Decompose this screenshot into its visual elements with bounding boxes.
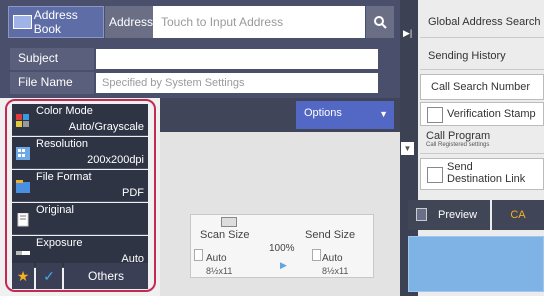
address-label: Address: [105, 6, 153, 38]
send-destination-link-label-2: Destination Link: [447, 173, 526, 185]
send-size-value: Auto: [322, 253, 343, 264]
verification-stamp-label: Verification Stamp: [447, 108, 536, 120]
address-input[interactable]: Touch to Input Address: [153, 6, 365, 38]
send-paper-icon: [312, 249, 321, 261]
call-program-sub: Call Registered settings: [426, 142, 490, 148]
subject-input[interactable]: [96, 49, 378, 69]
start-button[interactable]: [408, 236, 544, 292]
sending-history-button[interactable]: Sending History: [420, 42, 544, 70]
address-book-icon: [13, 15, 32, 29]
arrow-right-icon: ▶: [280, 260, 287, 270]
scanner-icon: [221, 217, 237, 227]
checkbox-icon: [427, 107, 443, 123]
file-name-label: File Name: [10, 72, 94, 94]
verification-stamp-checkbox[interactable]: Verification Stamp: [420, 102, 544, 126]
checkbox-icon: [427, 167, 443, 183]
scan-paper-icon: [194, 249, 203, 261]
send-size-label: Send Size: [305, 229, 356, 241]
ca-button[interactable]: CA: [492, 200, 544, 230]
options-button[interactable]: Options ▼: [296, 101, 394, 129]
send-destination-link-label-1: Send: [447, 161, 473, 173]
search-icon: [374, 16, 387, 29]
address-book-button[interactable]: Address Book: [8, 6, 104, 38]
chevron-down-icon: ▼: [379, 109, 388, 119]
scan-size-value: Auto: [206, 253, 227, 264]
options-label: Options: [304, 107, 342, 119]
panel-toggle-icon[interactable]: ▶|: [403, 28, 412, 39]
scan-size-label: Scan Size: [200, 229, 250, 241]
search-button[interactable]: [366, 6, 394, 38]
file-name-input[interactable]: Specified by System Settings: [96, 73, 378, 93]
call-program-label: Call Program: [426, 130, 491, 142]
preview-icon: [416, 208, 427, 221]
ratio-label: 100%: [269, 243, 295, 254]
call-search-number-button[interactable]: Call Search Number: [420, 74, 544, 100]
settings-highlight-frame: [5, 99, 156, 292]
global-address-search-button[interactable]: Global Address Search: [420, 2, 544, 38]
subject-label: Subject: [10, 48, 94, 70]
send-paper-size: 8½x11: [322, 266, 349, 276]
send-destination-link-checkbox[interactable]: Send Destination Link: [420, 158, 544, 190]
scan-paper-size: 8½x11: [206, 266, 233, 276]
call-program-button[interactable]: Call Program Call Registered settings: [420, 130, 544, 154]
address-book-label: Address Book: [33, 8, 78, 36]
chevron-down-icon[interactable]: ▼: [401, 142, 414, 155]
